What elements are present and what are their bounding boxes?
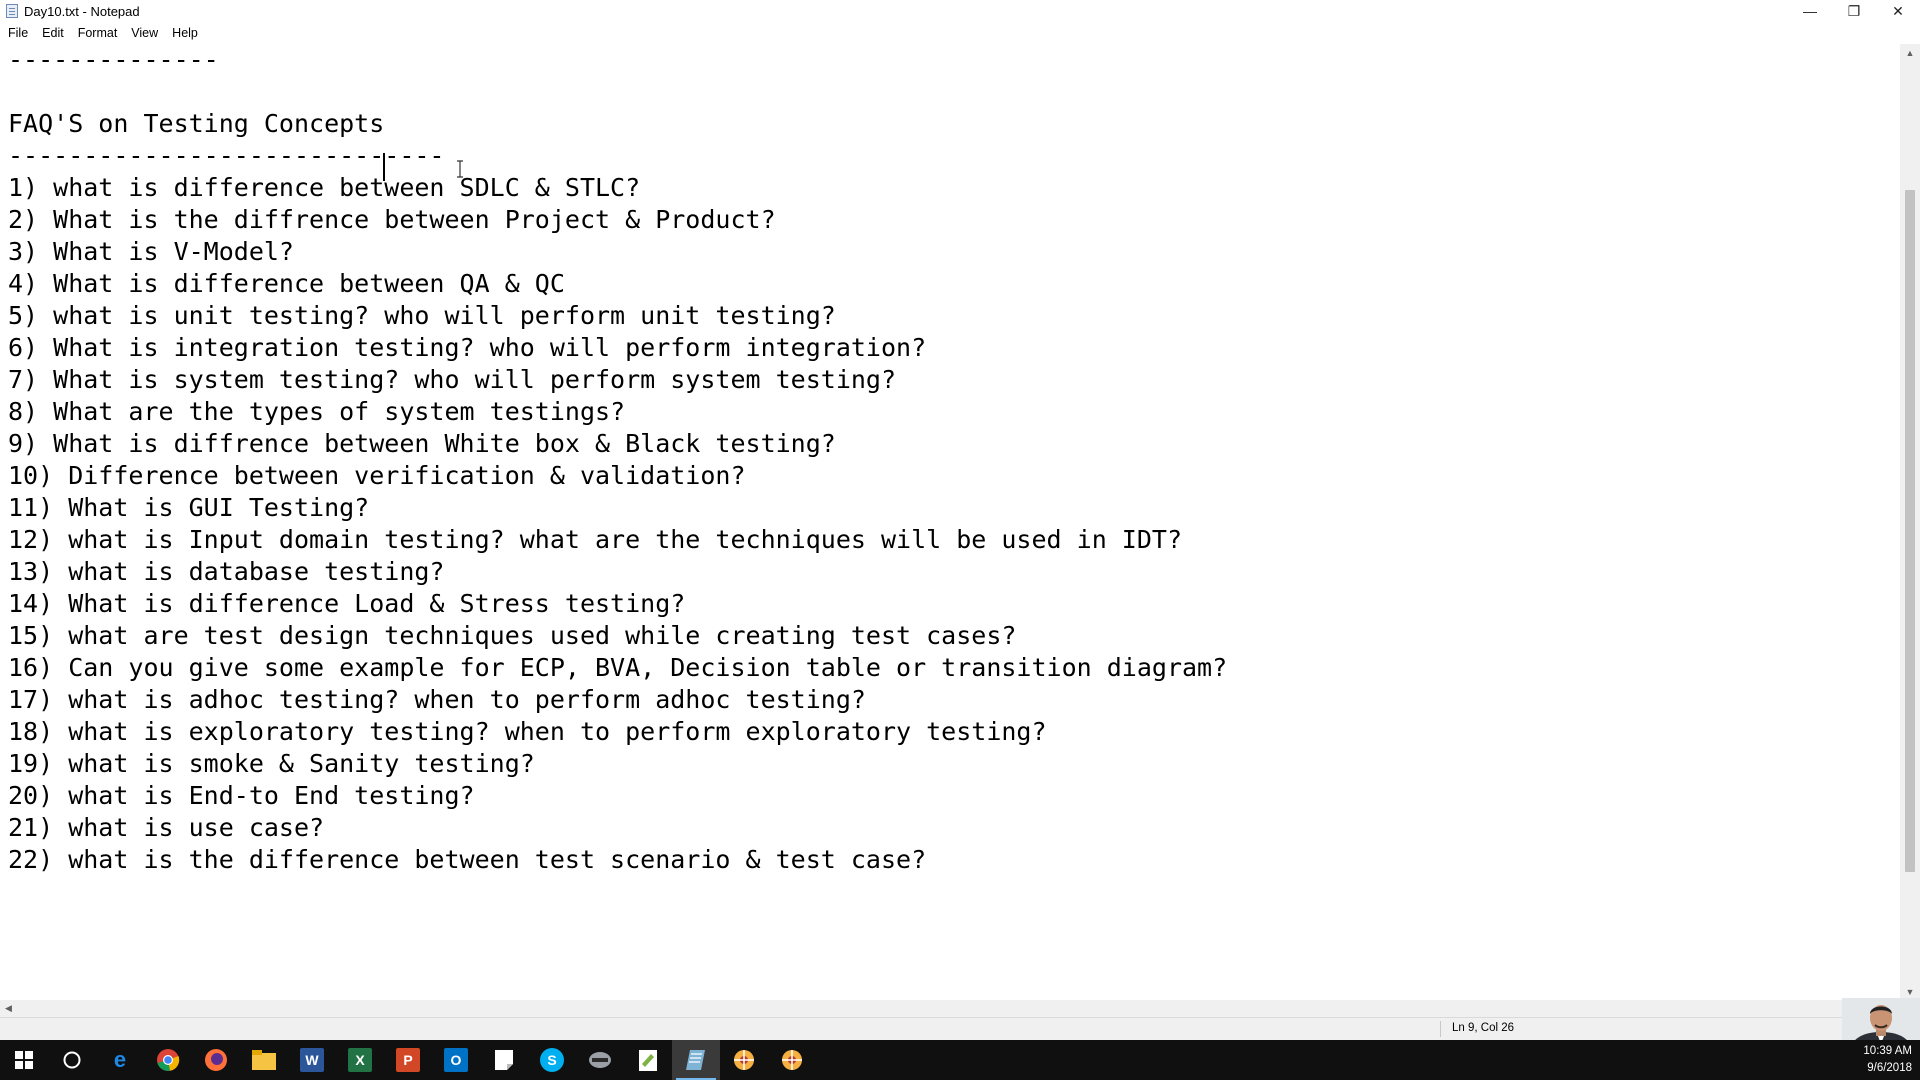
notepad-app-icon — [6, 4, 18, 18]
chrome-browser-icon — [157, 1049, 180, 1071]
minimize-button[interactable]: — — [1788, 0, 1832, 22]
notepad-plus-icon — [639, 1050, 657, 1071]
scroll-up-icon[interactable]: ▲ — [1900, 44, 1920, 61]
menu-view[interactable]: View — [124, 26, 165, 40]
word-icon: W — [300, 1048, 324, 1072]
cortana-search-icon — [63, 1051, 81, 1069]
taskbar-terminal[interactable] — [576, 1040, 624, 1080]
restore-button[interactable]: ❐ — [1832, 0, 1876, 22]
taskbar-sticky-notes[interactable] — [480, 1040, 528, 1080]
menu-edit[interactable]: Edit — [35, 26, 71, 40]
windows-start-icon — [15, 1051, 33, 1069]
app-cog-icon-2 — [782, 1050, 802, 1070]
clock-time: 10:39 AM — [1863, 1045, 1912, 1057]
taskbar-explorer[interactable] — [240, 1040, 288, 1080]
taskbar-app-1[interactable] — [720, 1040, 768, 1080]
outlook-icon: O — [444, 1048, 468, 1072]
app-cog-icon-1 — [734, 1050, 754, 1070]
text-editor[interactable]: -------------- FAQ'S on Testing Concepts… — [0, 44, 1900, 1000]
taskbar-edge[interactable]: e — [96, 1040, 144, 1080]
menu-bar: File Edit Format View Help — [0, 22, 1920, 44]
taskbar-firefox[interactable] — [192, 1040, 240, 1080]
horizontal-scrollbar[interactable]: ◀ — [0, 1000, 1900, 1017]
start-button[interactable] — [0, 1040, 48, 1080]
taskbar-outlook[interactable]: O — [432, 1040, 480, 1080]
terminal-app-icon — [589, 1052, 611, 1068]
taskbar-notepad[interactable] — [672, 1040, 720, 1080]
close-button[interactable]: ✕ — [1876, 0, 1920, 22]
clock-date: 9/6/2018 — [1867, 1062, 1912, 1074]
menu-file[interactable]: File — [0, 26, 35, 40]
status-divider — [1440, 1021, 1441, 1037]
window-title: Day10.txt - Notepad — [24, 3, 140, 19]
taskbar: e W X P O S 10:39 AM 9/6/2018 — [0, 1040, 1920, 1080]
notepad-icon — [686, 1050, 705, 1070]
ibeam-cursor-icon — [457, 160, 463, 178]
taskbar-app-2[interactable] — [768, 1040, 816, 1080]
powerpoint-icon: P — [396, 1048, 420, 1072]
title-bar[interactable]: Day10.txt - Notepad — ❐ ✕ — [0, 0, 1920, 22]
edge-browser-icon: e — [113, 1047, 127, 1072]
menu-help[interactable]: Help — [165, 26, 205, 40]
taskbar-skype[interactable]: S — [528, 1040, 576, 1080]
editor-text[interactable]: -------------- FAQ'S on Testing Concepts… — [8, 44, 1227, 876]
file-explorer-icon — [252, 1050, 276, 1070]
vertical-scrollbar[interactable]: ▲ ▼ — [1900, 44, 1920, 1000]
vertical-scroll-thumb[interactable] — [1905, 190, 1915, 872]
taskbar-notepad-plus[interactable] — [624, 1040, 672, 1080]
cursor-position: Ln 9, Col 26 — [1452, 1022, 1515, 1034]
taskbar-word[interactable]: W — [288, 1040, 336, 1080]
scroll-left-icon[interactable]: ◀ — [0, 1000, 17, 1017]
taskbar-powerpoint[interactable]: P — [384, 1040, 432, 1080]
text-caret — [383, 153, 385, 181]
system-clock[interactable]: 10:39 AM 9/6/2018 — [1863, 1043, 1912, 1077]
excel-icon: X — [348, 1048, 372, 1072]
skype-icon: S — [540, 1048, 564, 1072]
taskbar-excel[interactable]: X — [336, 1040, 384, 1080]
firefox-browser-icon — [205, 1049, 227, 1071]
cortana-button[interactable] — [48, 1040, 96, 1080]
taskbar-chrome[interactable] — [144, 1040, 192, 1080]
menu-format[interactable]: Format — [71, 26, 125, 40]
window-controls: — ❐ ✕ — [1788, 0, 1920, 22]
sticky-notes-icon — [495, 1050, 513, 1070]
status-bar: Ln 9, Col 26 — [0, 1017, 1920, 1041]
